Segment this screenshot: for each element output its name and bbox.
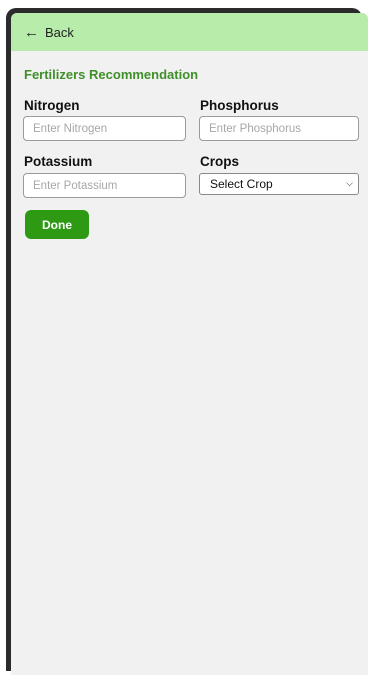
phosphorus-label: Phosphorus xyxy=(200,98,279,113)
nitrogen-input[interactable] xyxy=(23,116,186,141)
chevron-down-icon: ⌵ xyxy=(346,178,353,188)
nitrogen-label: Nitrogen xyxy=(24,98,80,113)
back-button[interactable]: ← Back xyxy=(24,25,74,40)
crop-select-value: Select Crop xyxy=(210,177,273,191)
done-button[interactable]: Done xyxy=(25,210,89,239)
back-label: Back xyxy=(45,24,74,40)
crop-select[interactable]: Select Crop ⌵ xyxy=(199,173,359,195)
top-bar: ← Back xyxy=(11,13,368,51)
crops-label: Crops xyxy=(200,154,240,169)
arrow-left-icon: ← xyxy=(24,23,39,41)
potassium-input[interactable] xyxy=(23,173,186,198)
app-screen: ← Back Fertilizers Recommendation Nitrog… xyxy=(11,13,368,675)
page-title: Fertilizers Recommendation xyxy=(24,67,199,82)
potassium-label: Potassium xyxy=(24,154,93,169)
phosphorus-input[interactable] xyxy=(199,116,359,141)
